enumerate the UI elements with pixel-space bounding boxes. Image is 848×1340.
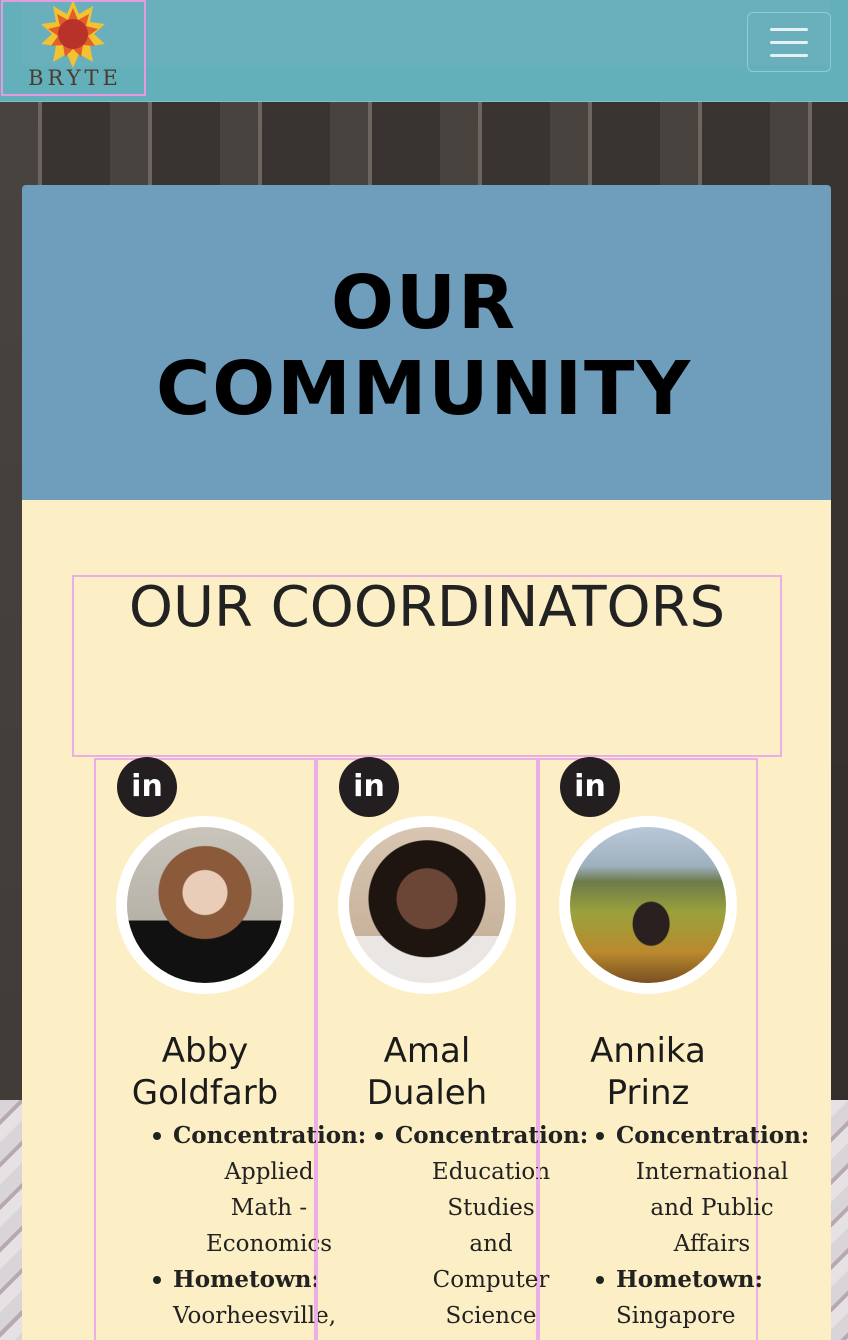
- hamburger-menu-button[interactable]: [747, 12, 831, 72]
- concentration-value: Affairs: [673, 1231, 751, 1257]
- concentration-value: and Public: [650, 1195, 774, 1221]
- page-title-line2: COMMUNITY: [155, 346, 693, 432]
- page-title: OUR COMMUNITY: [0, 260, 848, 432]
- first-name: Annika: [590, 1031, 706, 1071]
- hometown-value: Singapore: [616, 1303, 736, 1329]
- bryte-logo[interactable]: BRYTE: [1, 0, 146, 96]
- last-name: Prinz: [606, 1073, 690, 1113]
- coordinator-name: Abby Goldfarb: [95, 1030, 315, 1114]
- bullet-icon: [153, 1132, 161, 1140]
- last-name: Dualeh: [366, 1073, 488, 1113]
- bullet-icon: [153, 1276, 161, 1284]
- first-name: Amal: [383, 1031, 471, 1071]
- sun-logo-icon: [41, 2, 105, 68]
- avatar-photo: [349, 827, 505, 983]
- list-item: Concentration: International and Public …: [568, 1118, 810, 1262]
- hamburger-line-icon: [770, 41, 808, 44]
- top-navbar: BRYTE: [0, 0, 848, 102]
- bullet-icon: [375, 1132, 383, 1140]
- page-title-line1: OUR: [331, 260, 517, 346]
- list-item: Hometown: Singapore: [568, 1262, 808, 1334]
- linkedin-icon[interactable]: in: [339, 757, 399, 817]
- coordinator-name: Amal Dualeh: [317, 1030, 537, 1114]
- avatar: [116, 816, 294, 994]
- hamburger-line-icon: [770, 54, 808, 57]
- bullet-icon: [596, 1132, 604, 1140]
- concentration-value: International: [635, 1159, 789, 1185]
- last-name: Goldfarb: [131, 1073, 279, 1113]
- hometown-label: Hometown:: [616, 1266, 764, 1293]
- coordinators-heading: OUR COORDINATORS: [128, 575, 726, 640]
- coordinator-name: Annika Prinz: [538, 1030, 758, 1114]
- avatar-photo: [570, 827, 726, 983]
- avatar-photo: [127, 827, 283, 983]
- linkedin-icon[interactable]: in: [560, 757, 620, 817]
- bullet-icon: [596, 1276, 604, 1284]
- brand-name: BRYTE: [28, 66, 122, 90]
- hamburger-line-icon: [770, 28, 808, 31]
- first-name: Abby: [161, 1031, 249, 1071]
- concentration-label: Concentration:: [616, 1122, 810, 1149]
- avatar: [559, 816, 737, 994]
- coordinator-details: Concentration: International and Public …: [568, 1118, 810, 1334]
- linkedin-icon[interactable]: in: [117, 757, 177, 817]
- avatar: [338, 816, 516, 994]
